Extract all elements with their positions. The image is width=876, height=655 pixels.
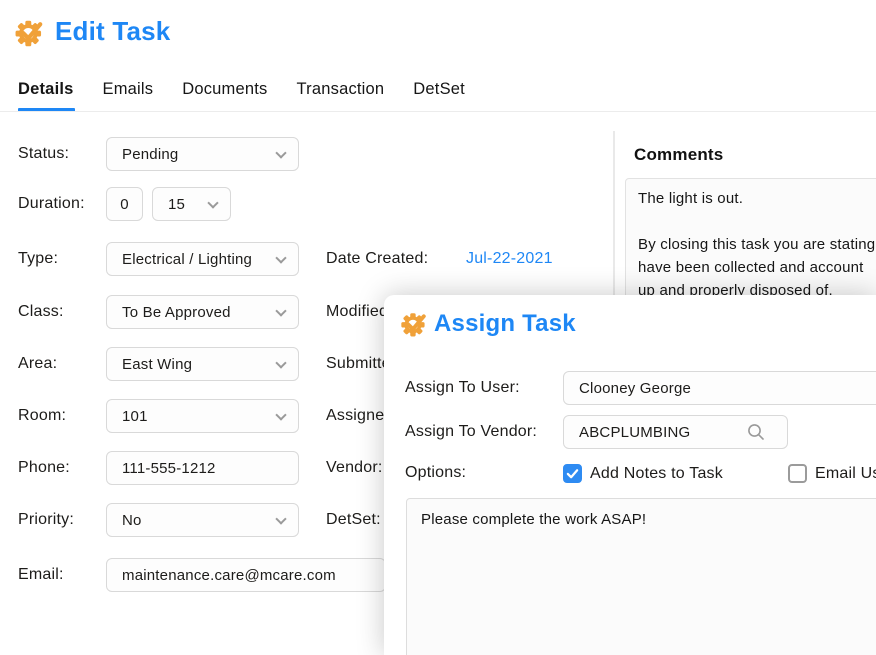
email-label: Email: [18,558,104,592]
class-label: Class: [18,295,104,329]
chevron-down-icon [275,252,286,263]
search-icon[interactable] [747,423,765,441]
tab-bar: Details Emails Documents Transaction Det… [18,80,465,99]
room-value: 101 [122,408,148,425]
page-title: Edit Task [55,16,170,47]
date-created-value: Jul-22-2021 [466,242,553,276]
status-select[interactable]: Pending [106,137,299,171]
chevron-down-icon [275,513,286,524]
priority-label: Priority: [18,503,104,537]
modal-title: Assign Task [434,310,576,338]
tab-transaction[interactable]: Transaction [297,80,385,99]
email-user-label: Email User [815,461,876,487]
comment-line: By closing this task you are stating [638,233,876,256]
area-select[interactable]: East Wing [106,347,299,381]
vendor-label: Vendor: [326,451,383,485]
class-select[interactable]: To Be Approved [106,295,299,329]
area-label: Area: [18,347,104,381]
modified-label: Modified: [326,295,393,329]
tabs-divider [0,111,876,112]
room-label: Room: [18,399,104,433]
comments-title: Comments [634,145,723,165]
assign-user-label: Assign To User: [405,371,520,405]
date-created-label: Date Created: [326,242,428,276]
duration-hours-input[interactable] [106,187,143,221]
class-value: To Be Approved [122,304,231,321]
chevron-down-icon [275,357,286,368]
status-label: Status: [18,137,104,171]
email-user-checkbox[interactable] [788,464,807,483]
chevron-down-icon [275,147,286,158]
duration-minutes-select[interactable]: 15 [152,187,231,221]
assign-vendor-label: Assign To Vendor: [405,415,537,449]
add-notes-label: Add Notes to Task [590,461,723,487]
duration-minutes-value: 15 [168,196,185,213]
tab-documents[interactable]: Documents [182,80,267,99]
type-value: Electrical / Lighting [122,251,252,268]
type-select[interactable]: Electrical / Lighting [106,242,299,276]
add-notes-checkbox[interactable] [563,464,582,483]
gear-check-logo-icon [399,307,430,338]
check-icon [566,467,579,480]
room-select[interactable]: 101 [106,399,299,433]
phone-label: Phone: [18,451,104,485]
tab-emails[interactable]: Emails [103,80,154,99]
comment-line: The light is out. [638,187,876,210]
type-label: Type: [18,242,104,276]
tab-details[interactable]: Details [18,80,74,99]
tab-detset[interactable]: DetSet [413,80,465,99]
assign-notes-textarea[interactable]: Please complete the work ASAP! [406,498,876,655]
area-value: East Wing [122,356,192,373]
priority-select[interactable]: No [106,503,299,537]
comment-line [638,210,876,233]
chevron-down-icon [275,305,286,316]
priority-value: No [122,512,142,529]
chevron-down-icon [207,197,218,208]
duration-label: Duration: [18,187,104,221]
assign-task-modal: Assign Task Assign To User: Assign To Ve… [384,295,876,655]
gear-check-logo-icon [13,14,47,48]
assign-user-input[interactable] [563,371,876,405]
status-value: Pending [122,146,178,163]
phone-input[interactable] [106,451,299,485]
email-input[interactable] [106,558,386,592]
comment-line: have been collected and account [638,256,876,279]
chevron-down-icon [275,409,286,420]
options-label: Options: [405,458,466,488]
edit-task-page: Edit Task Details Emails Documents Trans… [0,0,876,655]
detset-label: DetSet: [326,503,381,537]
